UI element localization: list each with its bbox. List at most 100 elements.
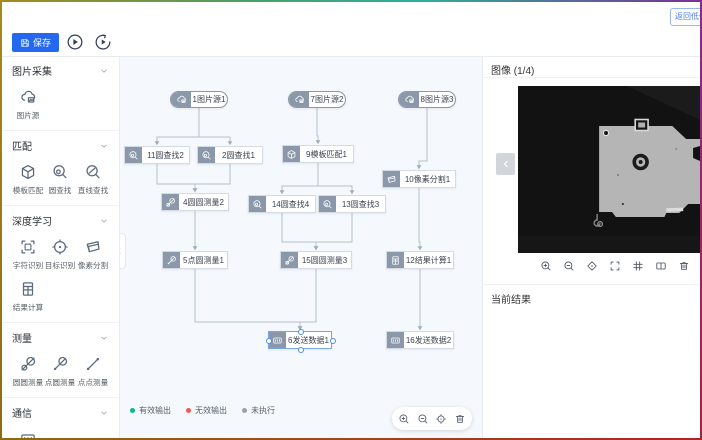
chevron-left-icon [501,159,511,169]
sidebar-section-3: 测量圆圆测量点圆测量点点测量 [2,323,119,398]
sidebar-item-点点测量[interactable]: 点点测量 [77,355,109,388]
flow-node-11圆查找2[interactable]: 11圆查找2 [124,146,190,164]
node-label: 5点圆测量1 [180,252,227,268]
sidebar-item-圆查找[interactable]: 圆查找 [44,163,76,196]
sidebar-item-label: 像素分割 [78,260,108,270]
sidebar-section-header[interactable]: 深度学习 [12,213,109,228]
save-button-label: 保存 [33,36,51,49]
flow-node-5点圆测量1[interactable]: 5点圆测量1 [162,251,228,269]
flow-node-9模板匹配1[interactable]: 9模板匹配1 [282,145,354,163]
save-button[interactable]: 保存 [12,33,59,52]
locate-icon[interactable] [435,413,447,425]
cube-icon [19,163,37,181]
node-handle-left[interactable] [266,338,272,344]
measure-cc-icon [162,194,179,210]
flow-node-7图片源2[interactable]: 7图片源2 [288,91,346,108]
toolbar: 保存 [2,28,700,57]
image-toolbar [540,260,690,272]
ocr-icon [19,238,37,256]
cloud-image-icon [399,92,419,107]
run-button[interactable] [66,33,84,51]
menu-icon[interactable] [12,9,25,22]
save-icon [20,38,30,48]
flow-canvas[interactable]: 有效输出 无效输出 未执行 1图片源1 7图片源2 8图片源3 11圆查找2 2圆查找1 9模… [120,56,482,438]
zoom-out-icon[interactable] [563,260,575,272]
section-title: 深度学习 [12,213,52,228]
measure-pc-icon [51,355,69,373]
sidebar-item-protocol[interactable] [12,430,44,438]
zoom-in-icon[interactable] [540,260,552,272]
flow-node-15圆圆测量3[interactable]: 15圆圆测量3 [280,251,352,269]
trash-icon[interactable] [678,260,690,272]
sidebar-item-目标识别[interactable]: 目标识别 [44,238,76,271]
sidebar-item-像素分割[interactable]: 像素分割 [77,238,109,271]
compare-icon[interactable] [655,260,667,272]
flow-edges [120,56,482,438]
flow-node-2圆查找1[interactable]: 2圆查找1 [197,146,263,164]
node-label: 9模板匹配1 [300,146,353,162]
back-to-lowcode-button[interactable]: 返回低代 [670,8,700,26]
sidebar-item-label: 圆圆测量 [13,377,43,387]
legend-dot [186,408,191,413]
section-title: 测量 [12,330,32,345]
node-label: 1图片源1 [191,92,227,107]
sidebar-item-图片源[interactable]: 图片源 [12,88,44,121]
node-label: 4圆圆测量2 [179,194,228,210]
legend-item: 未执行 [242,405,275,416]
target-icon [51,238,69,256]
section-title: 图片采集 [12,63,52,78]
flow-node-1图片源1[interactable]: 1图片源1 [170,91,228,108]
sidebar-item-圆圆测量[interactable]: 圆圆测量 [12,355,44,388]
sidebar-item-直线查找[interactable]: 直线查找 [77,163,109,196]
status-legend: 有效输出 无效输出 未执行 [130,405,275,416]
sidebar-sections: 图片采集图片源匹配模板匹配圆查找直线查找深度学习字符识别目标识别像素分割结果计算… [2,56,119,438]
node-label: 12结果计算1 [404,252,453,268]
section-items: 圆圆测量点圆测量点点测量 [12,355,109,388]
sidebar-item-结果计算[interactable]: 结果计算 [12,280,44,313]
preview-image[interactable] [518,86,700,253]
flow-node-4圆圆测量2[interactable]: 4圆圆测量2 [161,193,229,211]
node-handle-top[interactable] [298,329,304,335]
zoom-in-icon[interactable] [398,413,410,425]
circle-find-icon [249,196,266,212]
node-handle-bottom[interactable] [298,347,304,353]
current-result-title: 当前结果 [491,291,531,306]
prev-image-button[interactable] [496,153,515,175]
tool-sidebar: 图片采集图片源匹配模板匹配圆查找直线查找深度学习字符识别目标识别像素分割结果计算… [2,56,120,438]
diamond-locate-icon[interactable] [586,260,598,272]
fullscreen-icon[interactable] [609,260,621,272]
legend-dot [130,408,135,413]
flow-node-12结果计算1[interactable]: 12结果计算1 [386,251,454,269]
legend-item: 无效输出 [186,405,227,416]
sidebar-item-label: 字符识别 [13,260,43,270]
image-pager-title: 图像 (1/4) [483,56,700,78]
flow-node-16发送数据2[interactable]: 16发送数据2 [386,331,454,349]
flow-node-13圆查找3[interactable]: 13圆查找3 [318,195,386,213]
legend-item: 有效输出 [130,405,171,416]
grid-icon[interactable] [632,260,644,272]
sidebar-section-header[interactable]: 测量 [12,330,109,345]
circle-find-icon [51,163,69,181]
section-title: 匹配 [12,138,32,153]
sidebar-section-header[interactable]: 图片采集 [12,63,109,78]
sidebar-item-模板匹配[interactable]: 模板匹配 [12,163,44,196]
circle-find-icon [125,147,142,163]
sidebar-section-header[interactable]: 匹配 [12,138,109,153]
zoom-out-icon[interactable] [417,413,429,425]
sidebar-item-字符识别[interactable]: 字符识别 [12,238,44,271]
flow-node-10像素分割1[interactable]: 10像素分割1 [382,170,456,188]
node-label: 10像素分割1 [400,171,455,187]
node-handle-right[interactable] [330,338,336,344]
sidebar-item-label: 圆查找 [49,185,72,195]
flow-node-6发送数据1[interactable]: 6发送数据1 [268,331,332,349]
sidebar-item-点圆测量[interactable]: 点圆测量 [44,355,76,388]
sidebar-section-header[interactable]: 通信 [12,405,109,420]
sidebar-section-1: 匹配模板匹配圆查找直线查找 [2,131,119,206]
flow-node-8图片源3[interactable]: 8图片源3 [398,91,456,108]
legend-label: 未执行 [251,405,275,416]
chevron-down-icon [99,141,109,151]
run-once-button[interactable] [94,33,112,51]
trash-icon[interactable] [454,413,466,425]
node-label: 15圆圆测量3 [298,252,351,268]
flow-node-14圆查找4[interactable]: 14圆查找4 [248,195,316,213]
